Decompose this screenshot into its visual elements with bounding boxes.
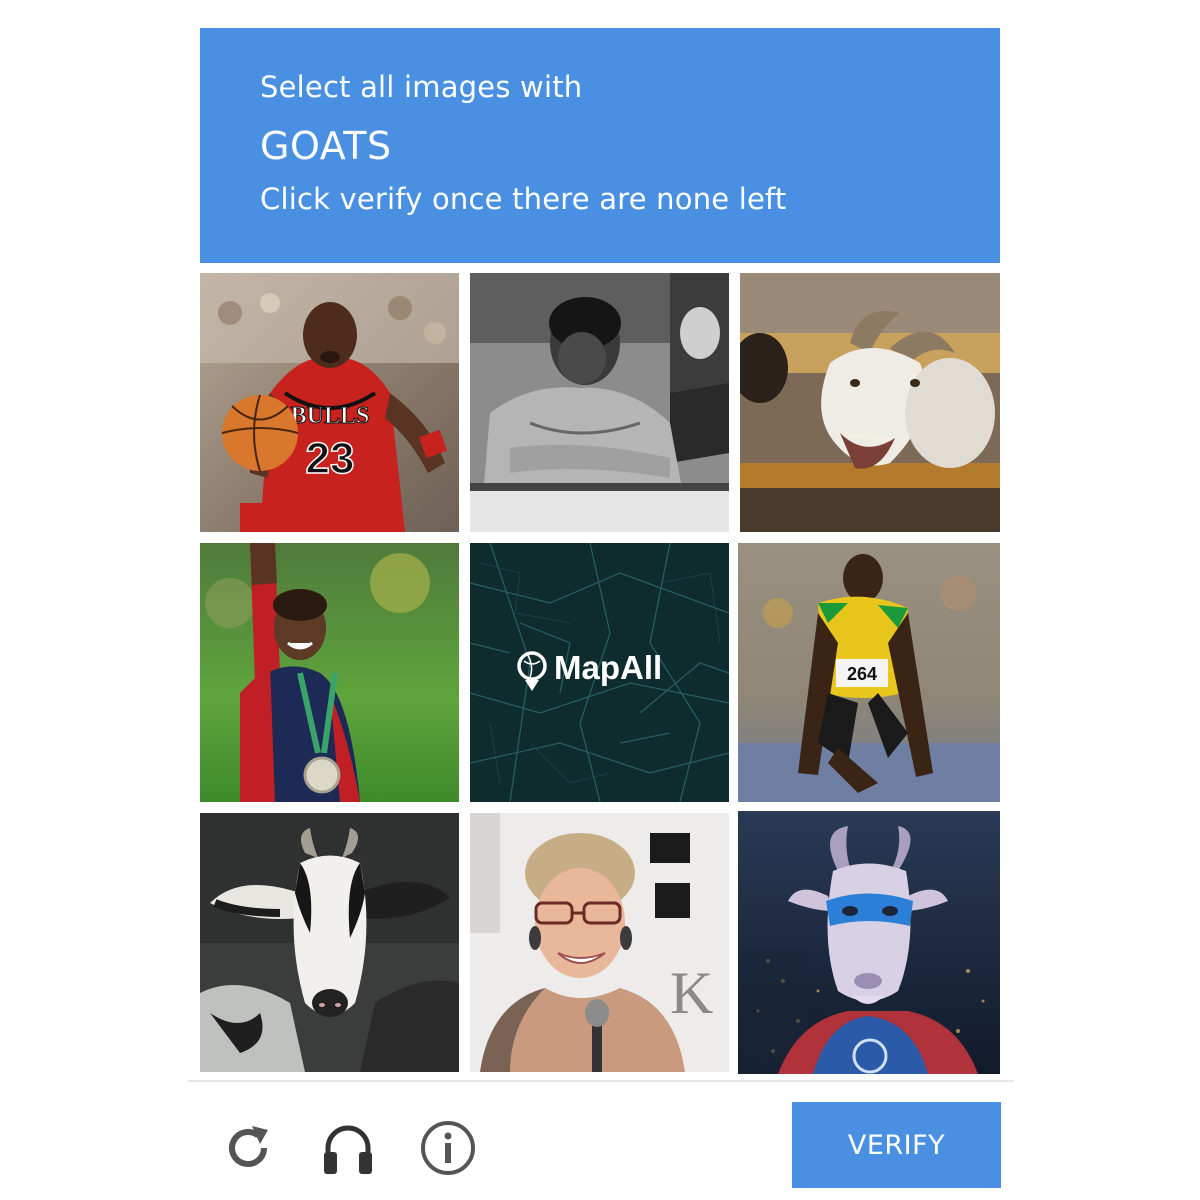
goat-portrait-image <box>200 813 459 1072</box>
image-grid: BULLS 23 MapAll 264 K <box>200 273 1000 1074</box>
image-tile-basketball-player[interactable]: BULLS 23 <box>200 273 459 532</box>
bib-number: 264 <box>847 664 877 684</box>
gymnast-image <box>200 543 459 802</box>
instruction-text: Select all images with <box>260 70 583 104</box>
basketball-player-image: BULLS 23 <box>200 273 459 532</box>
goat-fence-image <box>740 273 1000 532</box>
image-tile-sprinter[interactable]: 264 <box>738 543 1000 802</box>
mapall-image: MapAll <box>470 543 729 802</box>
reload-icon[interactable] <box>218 1118 278 1178</box>
image-tile-woman-microphone[interactable]: K <box>470 813 729 1072</box>
hint-text: Click verify once there are none left <box>260 182 787 216</box>
image-tile-boxer[interactable] <box>470 273 729 532</box>
info-icon[interactable] <box>418 1118 478 1178</box>
woman-microphone-image: K <box>470 813 729 1072</box>
sprinter-image: 264 <box>738 543 1000 802</box>
superhero-goat-image <box>738 811 1000 1074</box>
captcha-header: Select all images with GOATS Click verif… <box>200 28 1000 263</box>
headphones-icon[interactable] <box>318 1118 378 1178</box>
image-tile-mapall[interactable]: MapAll <box>470 543 729 802</box>
footer-divider <box>188 1080 1014 1082</box>
target-text: GOATS <box>260 124 392 168</box>
mapall-logo-text: MapAll <box>554 649 662 686</box>
image-tile-goat-portrait[interactable] <box>200 813 459 1072</box>
captcha-widget: Select all images with GOATS Click verif… <box>200 28 1000 1074</box>
image-tile-superhero-goat[interactable] <box>738 811 1000 1074</box>
svg-text:K: K <box>670 960 713 1026</box>
image-tile-gymnast[interactable] <box>200 543 459 802</box>
svg-text:BULLS: BULLS <box>291 403 370 429</box>
svg-text:23: 23 <box>306 434 355 483</box>
verify-button[interactable]: VERIFY <box>792 1102 1001 1188</box>
boxer-image <box>470 273 729 532</box>
image-tile-goat-fence[interactable] <box>740 273 1000 532</box>
